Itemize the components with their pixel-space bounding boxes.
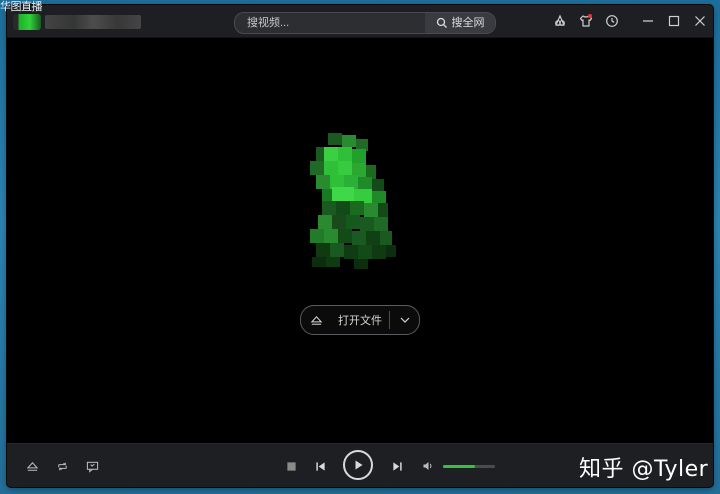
search-icon	[436, 17, 447, 28]
open-file-label: 打开文件	[338, 315, 382, 327]
stop-button[interactable]	[283, 458, 299, 474]
previous-button[interactable]	[312, 458, 328, 474]
watermark: 知乎 @Tyler	[579, 457, 709, 482]
clock-icon	[606, 15, 618, 27]
maximize-icon	[668, 15, 680, 27]
eject-icon	[301, 314, 331, 327]
search-input[interactable]: 搜视频...	[247, 13, 289, 33]
loop-button[interactable]	[53, 458, 71, 474]
close-icon	[695, 16, 705, 26]
app-logo	[13, 14, 41, 30]
desktop-window-title: 华图直播	[0, 0, 43, 13]
window-controls	[547, 5, 713, 37]
stop-icon	[286, 461, 296, 471]
app-mascot-logo	[310, 133, 396, 269]
chevron-down-icon	[400, 317, 409, 323]
search-box[interactable]: 搜视频... 搜全网	[234, 12, 496, 34]
minimize-button[interactable]	[635, 5, 661, 37]
speaker-icon	[423, 462, 432, 470]
next-button[interactable]	[389, 458, 405, 474]
comment-button[interactable]	[83, 458, 101, 474]
title-bar: 搜视频... 搜全网	[7, 5, 713, 38]
history-button[interactable]	[599, 5, 625, 37]
player-window: 搜视频... 搜全网 打开文件 知乎 @Tyler	[7, 5, 713, 487]
open-file-dropdown[interactable]	[390, 314, 419, 326]
chat-icon	[86, 461, 98, 473]
cloud-button[interactable]	[547, 5, 573, 37]
volume-fill	[443, 465, 476, 468]
video-area[interactable]: 打开文件	[7, 38, 713, 443]
play-button[interactable]	[343, 450, 373, 480]
repeat-icon	[57, 462, 67, 470]
cloud-icon	[555, 14, 565, 26]
skip-forward-icon	[392, 461, 402, 471]
search-all-label: 搜全网	[451, 17, 485, 29]
skin-button[interactable]	[573, 5, 599, 37]
close-button[interactable]	[687, 5, 713, 37]
search-all-button[interactable]: 搜全网	[425, 13, 495, 33]
play-icon	[355, 460, 363, 470]
volume-button[interactable]	[420, 458, 436, 474]
control-bar: 知乎 @Tyler	[7, 443, 713, 487]
blurred-title	[45, 15, 141, 29]
minimize-icon	[643, 20, 653, 22]
playlist-button[interactable]	[23, 458, 41, 474]
eject-icon	[26, 461, 38, 471]
volume-slider[interactable]	[443, 465, 495, 468]
notification-dot	[588, 14, 592, 18]
skip-back-icon	[315, 461, 325, 471]
maximize-button[interactable]	[661, 5, 687, 37]
open-file-button[interactable]: 打开文件	[300, 305, 420, 335]
